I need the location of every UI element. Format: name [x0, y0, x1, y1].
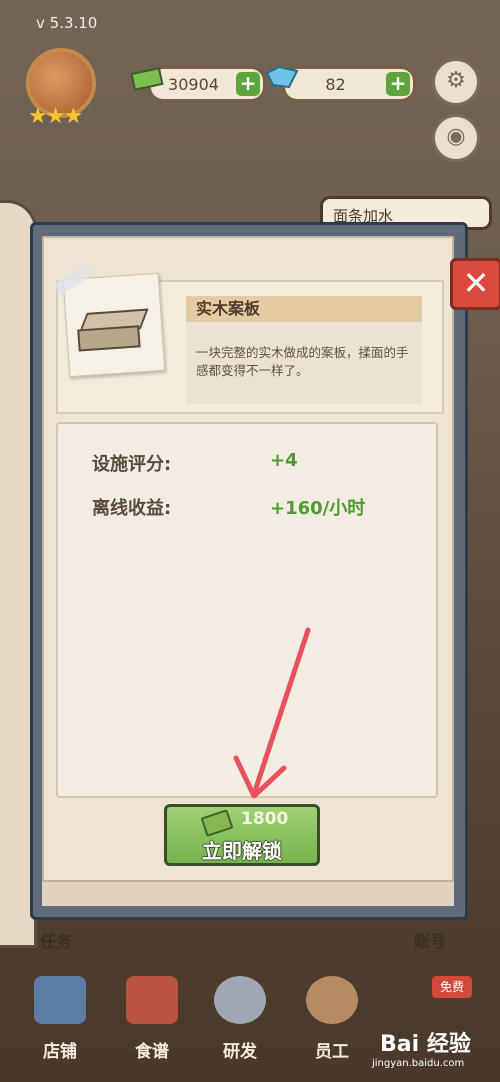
stat-label-rating: 设施评分:	[92, 454, 172, 475]
free-badge[interactable]: 免费	[432, 976, 472, 998]
add-cash-button[interactable]: +	[236, 72, 260, 96]
unlock-label: 立即解锁	[202, 839, 282, 863]
shop-icon	[34, 976, 86, 1024]
unlock-cost: 1800	[241, 809, 289, 829]
version-label: v 5.3.10	[36, 14, 98, 32]
add-gem-button[interactable]: +	[386, 72, 410, 96]
settings-gear-icon[interactable]: ⚙	[432, 58, 480, 106]
cash-icon	[200, 809, 234, 837]
camera-icon[interactable]: ◉	[432, 114, 480, 162]
nav-recipes[interactable]: 食谱	[112, 1037, 192, 1062]
watermark-url: jingyan.baidu.com	[372, 1058, 465, 1069]
cash-counter: 30904 +	[130, 66, 266, 102]
nav-staff[interactable]: 员工	[292, 1037, 372, 1062]
staff-icon	[306, 976, 358, 1024]
red-arrow-annotation	[233, 627, 311, 799]
item-name: 实木案板	[186, 296, 422, 322]
nav-research[interactable]: 研发	[200, 1037, 280, 1062]
stat-label-income: 离线收益:	[92, 498, 172, 519]
stat-value-income: +160/小时	[270, 498, 366, 519]
gem-icon	[265, 65, 299, 89]
research-pot-icon	[214, 976, 266, 1024]
cash-icon	[130, 67, 164, 91]
stat-value-rating: +4	[270, 450, 298, 471]
close-button[interactable]: ✕	[450, 258, 500, 310]
restaurant-rank-badge[interactable]: ★★★	[14, 48, 102, 129]
gem-counter: 82 +	[265, 65, 416, 102]
rating-stars-icon: ★★★	[28, 104, 83, 129]
cutting-board-icon	[76, 308, 149, 352]
nav-shop[interactable]: 店铺	[20, 1037, 100, 1062]
side-tag-task[interactable]: 任务	[40, 928, 72, 952]
unlock-now-button[interactable]: 1800 立即解锁	[164, 804, 320, 866]
item-description: 一块完整的实木做成的案板，揉面的手感都变得不一样了。	[186, 322, 422, 404]
paper-bottom-edge	[42, 880, 454, 906]
recipe-book-icon	[126, 976, 178, 1024]
item-photo	[53, 261, 166, 378]
baidu-watermark: Bai 经验	[380, 1032, 471, 1057]
side-tag-account[interactable]: 账号	[414, 928, 446, 952]
